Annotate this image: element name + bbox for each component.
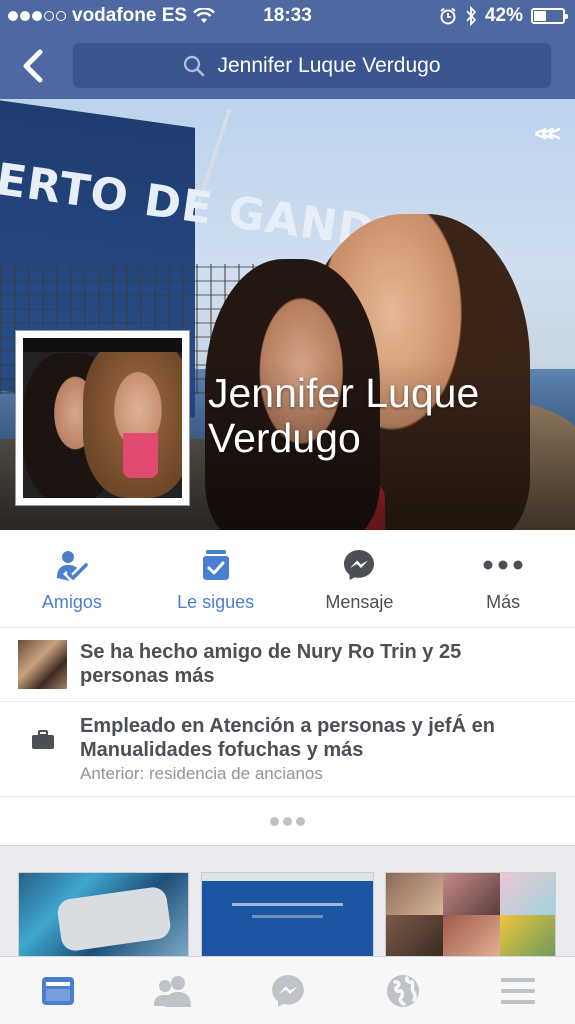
profile-cup <box>123 433 158 478</box>
message-label: Mensaje <box>325 592 394 612</box>
following-button[interactable]: Le sigues <box>144 530 288 628</box>
back-button[interactable] <box>14 44 54 88</box>
work-row[interactable]: Empleado en Atención a personas y jefÁ e… <box>0 702 575 797</box>
photo-thumbnail[interactable] <box>385 872 556 957</box>
bluetooth-icon <box>466 6 477 26</box>
tab-bar <box>0 956 575 1024</box>
tab-messenger[interactable] <box>230 957 345 1024</box>
message-button[interactable]: Mensaje <box>288 530 432 628</box>
search-query: Jennifer Luque Verdugo <box>217 53 441 77</box>
recent-friends-row[interactable]: Se ha hecho amigo de Nury Ro Trin y 25 p… <box>0 628 575 702</box>
recent-friend-thumbnail <box>18 640 67 689</box>
friends-label: Amigos <box>41 592 102 612</box>
photo-thumbnail[interactable] <box>201 872 374 957</box>
collage-cell <box>443 915 500 956</box>
tab-news-feed[interactable] <box>0 957 115 1024</box>
news-feed-icon <box>41 977 74 1005</box>
battery-percent: 42% <box>484 5 523 26</box>
search-icon <box>184 55 205 76</box>
tab-friend-requests[interactable] <box>115 957 230 1024</box>
collage-cell <box>386 915 443 956</box>
friends-button[interactable]: Amigos <box>0 530 144 628</box>
more-info-dot <box>296 816 305 826</box>
collage-cell <box>500 915 555 956</box>
photo-bracelet-tag <box>55 885 173 953</box>
messenger-icon <box>344 550 375 580</box>
tab-menu[interactable] <box>460 957 575 1024</box>
work-previous: Anterior: residencia de ancianos <box>80 764 323 783</box>
more-label: Más <box>486 592 521 612</box>
chevron-left-icon <box>23 49 43 83</box>
search-field[interactable]: Jennifer Luque Verdugo <box>73 43 551 88</box>
friends-check-icon <box>56 551 88 581</box>
collapse-chevrons-icon[interactable]: <<< <box>534 121 560 147</box>
profile-actions: Amigos Le sigues Mensaje Más <box>0 530 575 628</box>
photo-doc-bar <box>202 873 373 881</box>
collage-cell <box>500 873 555 915</box>
more-dots-icon <box>483 560 523 570</box>
following-label: Le sigues <box>177 592 255 612</box>
collage-cell <box>386 873 443 915</box>
top-bar: vodafone ES 18:33 42% Jennifer Luque Ver… <box>0 0 575 99</box>
collage-cell <box>443 873 500 915</box>
following-check-icon <box>202 550 229 580</box>
friend-requests-icon <box>153 976 191 1007</box>
briefcase-icon <box>32 730 54 749</box>
globe-icon <box>386 975 419 1007</box>
more-info-button[interactable] <box>0 797 575 845</box>
work-text: Empleado en Atención a personas y jefÁ e… <box>80 715 495 761</box>
profile-picture-image <box>23 338 182 498</box>
more-info-dot <box>270 816 279 826</box>
battery-icon <box>531 8 568 24</box>
photos-strip <box>0 845 575 957</box>
recent-friends-text: Se ha hecho amigo de Nury Ro Trin y 25 p… <box>80 641 462 687</box>
cover-photo[interactable]: ERTO DE GANDIA <<< Jennifer Luque Verdug… <box>0 99 575 530</box>
profile-name: Jennifer Luque Verdugo <box>208 370 480 461</box>
alarm-icon <box>440 7 456 25</box>
photo-doc-line <box>252 915 323 918</box>
profile-picture[interactable] <box>15 330 190 506</box>
hamburger-menu-icon <box>500 978 535 1004</box>
status-bar: vodafone ES 18:33 42% <box>0 0 575 32</box>
profile-top-bar <box>23 338 182 352</box>
more-button[interactable]: Más <box>431 530 575 628</box>
photo-thumbnail[interactable] <box>18 872 189 957</box>
more-info-dot <box>283 816 292 826</box>
messenger-icon <box>271 975 304 1007</box>
status-right: 42% <box>439 5 568 27</box>
tab-notifications[interactable] <box>345 957 460 1024</box>
photo-doc-line <box>232 903 343 906</box>
